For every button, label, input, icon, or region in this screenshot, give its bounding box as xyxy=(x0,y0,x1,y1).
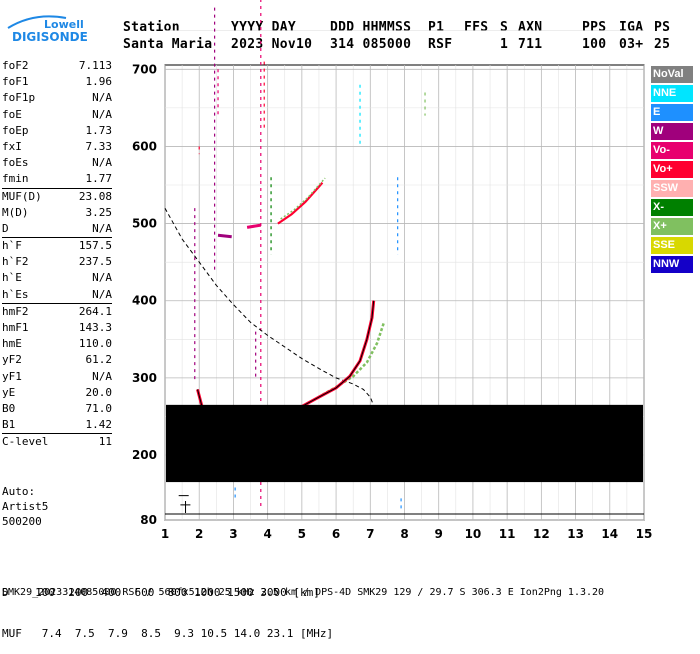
legend-item-x: X- xyxy=(651,199,693,216)
trace-spur xyxy=(217,233,232,239)
legend-item-e: E xyxy=(651,104,693,121)
x-tick-label: 14 xyxy=(601,527,618,541)
y-tick-label: 80 xyxy=(140,513,157,527)
y-tick-label: 200 xyxy=(132,448,157,462)
ionogram-chart: 1 2 3 4 5 6 7 8 9 10 11 12 13 14 158020030040050060070… xyxy=(132,0,653,541)
legend-item-noval: NoVal xyxy=(651,66,693,83)
x-tick-label: 6 xyxy=(332,527,340,541)
x-tick-label: 7 xyxy=(366,527,374,541)
legend-item-nne: NNE xyxy=(651,85,693,102)
muf-table: D 100 200 400 600 800 1000 1500 3000 [km… xyxy=(2,559,333,654)
legend-item-vo: Vo+ xyxy=(651,161,693,178)
polarization-legend: NoVal NNE E W Vo- Vo+ SSW X- X+ SSE NNW xyxy=(651,66,693,275)
x-tick-label: 10 xyxy=(465,527,482,541)
x-tick-label: 15 xyxy=(636,527,653,541)
x-tick-label: 5 xyxy=(298,527,306,541)
legend-item-x: X+ xyxy=(651,218,693,235)
y-tick-label: 600 xyxy=(132,139,157,153)
x-tick-label: 3 xyxy=(229,527,237,541)
x-tick-label: 9 xyxy=(435,527,443,541)
y-tick-label: 700 xyxy=(132,62,157,76)
muf-frequency-row: MUF 7.4 7.5 7.9 8.5 9.3 10.5 14.0 23.1 [… xyxy=(2,626,334,640)
y-tick-label: 300 xyxy=(132,371,157,385)
legend-item-nnw: NNW xyxy=(651,256,693,273)
x-tick-label: 2 xyxy=(195,527,203,541)
legend-item-sse: SSE xyxy=(651,237,693,254)
x-tick-label: 8 xyxy=(400,527,408,541)
legend-item-vo: Vo- xyxy=(651,142,693,159)
blackout-band xyxy=(166,404,643,483)
y-tick-label: 400 xyxy=(132,294,157,308)
legend-item-ssw: SSW xyxy=(651,180,693,197)
x-tick-label: 11 xyxy=(499,527,516,541)
x-tick-label: 12 xyxy=(533,527,550,541)
file-info-footer: SMK29_2023314085000.RSF / 560fx512h 25 k… xyxy=(2,587,605,598)
x-tick-label: 1 xyxy=(161,527,169,541)
x-tick-label: 4 xyxy=(263,527,271,541)
x-tick-label: 13 xyxy=(567,527,584,541)
legend-item-w: W xyxy=(651,123,693,140)
y-tick-label: 500 xyxy=(132,217,157,231)
